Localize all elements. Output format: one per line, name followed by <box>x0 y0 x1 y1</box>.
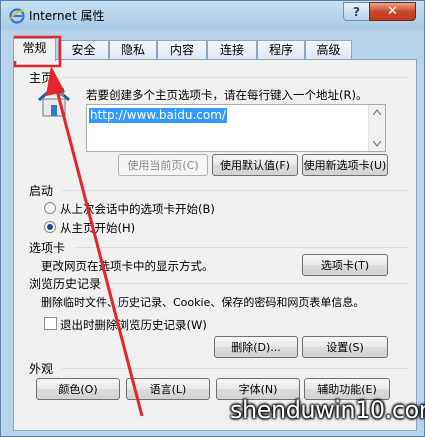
tab-programs[interactable]: 程序 <box>257 40 305 60</box>
delete-history-on-exit-checkbox[interactable] <box>44 317 57 330</box>
use-current-button[interactable]: 使用当前页(C) <box>118 154 208 176</box>
appearance-divider <box>62 368 408 369</box>
colors-button[interactable]: 颜色(O) <box>36 378 120 400</box>
help-button[interactable]: ? <box>343 2 370 21</box>
house-icon <box>38 85 70 117</box>
radio-start-homepage-label[interactable]: 从主页开始(H) <box>60 220 135 236</box>
radio-start-last-session[interactable] <box>44 202 56 214</box>
tab-connections[interactable]: 连接 <box>207 40 257 60</box>
internet-properties-window: Internet 属性 ? ✕ 常规 安全 隐私 内容 连接 程序 高级 主页 … <box>0 0 425 437</box>
history-divider <box>110 283 408 284</box>
internet-explorer-icon <box>9 8 25 24</box>
textarea-scrollbar[interactable] <box>368 105 385 151</box>
tab-privacy[interactable]: 隐私 <box>109 40 157 60</box>
history-settings-button[interactable]: 设置(S) <box>302 336 388 358</box>
tab-general[interactable]: 常规 <box>13 38 56 61</box>
tab-advanced[interactable]: 高级 <box>305 40 352 60</box>
scroll-down-icon[interactable] <box>373 141 381 147</box>
homepage-url-text: http://www.baidu.com/ <box>89 108 227 123</box>
close-button[interactable]: ✕ <box>369 2 416 21</box>
homepage-divider <box>62 77 408 78</box>
use-new-tab-button[interactable]: 使用新选项卡(U) <box>302 154 388 176</box>
radio-start-last-session-label[interactable]: 从上次会话中的选项卡开始(B) <box>60 201 215 217</box>
scroll-up-icon[interactable] <box>373 109 381 115</box>
delete-history-button[interactable]: 删除(D)... <box>214 336 298 358</box>
general-tab-panel: 主页 若要创建多个主页选项卡，请在每行键入一个地址(R)。 http://www… <box>13 59 417 431</box>
use-default-button[interactable]: 使用默认值(F) <box>212 154 298 176</box>
tabs-section-title: 选项卡 <box>29 241 66 255</box>
tab-content[interactable]: 内容 <box>157 40 207 60</box>
startup-section-title: 启动 <box>29 184 54 198</box>
history-section-title: 浏览历史记录 <box>29 277 102 291</box>
site-watermark: shenduwin10.com <box>230 396 425 424</box>
delete-history-on-exit-label[interactable]: 退出时删除浏览历史记录(W) <box>60 317 207 333</box>
window-title: Internet 属性 <box>29 9 105 23</box>
appearance-section-title: 外观 <box>29 362 54 376</box>
languages-button[interactable]: 语言(L) <box>126 378 210 400</box>
radio-start-homepage[interactable] <box>44 221 56 233</box>
homepage-url-textarea[interactable]: http://www.baidu.com/ <box>86 104 386 152</box>
title-bar[interactable]: Internet 属性 ? ✕ <box>1 1 425 29</box>
tabs-settings-button[interactable]: 选项卡(T) <box>302 254 388 276</box>
history-description: 删除临时文件、历史记录、Cookie、保存的密码和网页表单信息。 <box>41 296 365 309</box>
tabs-description: 更改网页在选项卡中的显示方式。 <box>41 259 214 273</box>
startup-divider <box>62 190 408 191</box>
homepage-instruction: 若要创建多个主页选项卡，请在每行键入一个地址(R)。 <box>86 88 368 102</box>
tabs-divider <box>74 247 408 248</box>
tab-security[interactable]: 安全 <box>58 40 109 60</box>
